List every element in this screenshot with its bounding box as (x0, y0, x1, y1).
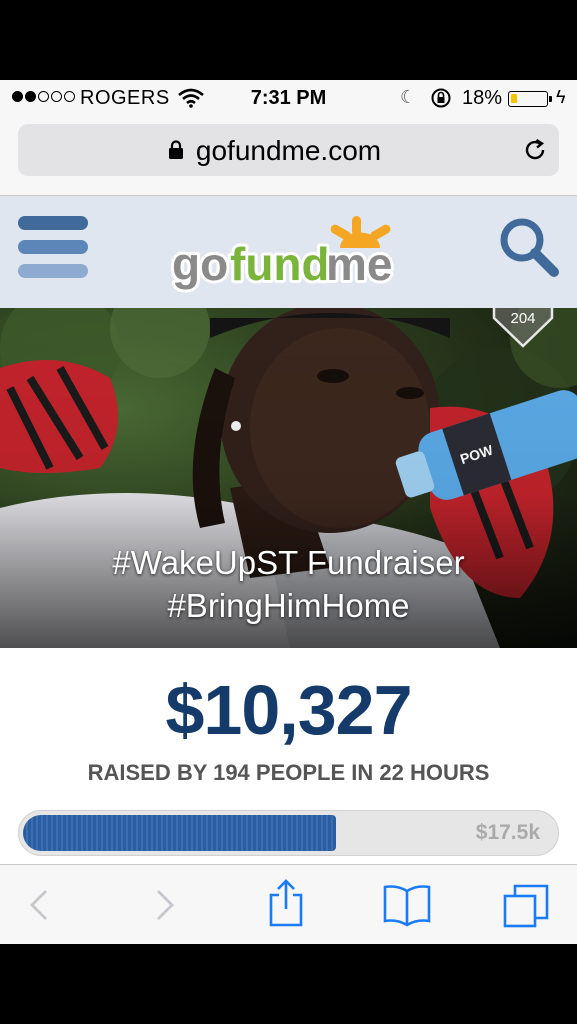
goal-amount: $17.5k (475, 821, 540, 844)
logo-text-me: me (326, 238, 392, 290)
rotation-lock-icon (430, 87, 452, 115)
battery-percent: 18% (462, 87, 503, 109)
amount-raised: $10,327 (165, 671, 412, 749)
share-icon[interactable] (266, 877, 306, 934)
battery-icon (508, 91, 548, 107)
campaign-title-line1: #WakeUpST Fundraiser (112, 544, 465, 581)
campaign-progress-section: $10,327 RAISED BY 194 PEOPLE IN 22 HOURS… (0, 648, 577, 864)
site-header: go fund me (0, 196, 577, 308)
back-arrow-icon[interactable] (24, 883, 56, 932)
logo-text-fund: fund (230, 238, 330, 290)
battery-level-fill (511, 94, 517, 103)
campaign-hero-image: POW 204 #WakeUpST Fundraiser #BringHimHo… (0, 308, 577, 648)
fundraising-progress-bar: $17.5k (18, 810, 559, 856)
search-icon[interactable] (496, 214, 560, 283)
battery-terminal (549, 96, 552, 102)
tabs-icon[interactable] (502, 883, 550, 936)
status-bar: ROGERS 7:31 PM ☾ 18% ϟ (0, 80, 577, 116)
bookmarks-icon[interactable] (382, 883, 432, 932)
charging-bolt-icon: ϟ (556, 87, 566, 107)
logo-text-go: go (172, 238, 228, 290)
progress-bar-fill (23, 815, 336, 851)
screen-top-bezel (0, 0, 577, 80)
hamburger-menu-icon[interactable] (18, 216, 88, 280)
share-count: 204 (510, 310, 536, 327)
screen-bottom-bezel (0, 944, 577, 1024)
safari-address-area: gofundme.com (0, 116, 577, 196)
safari-bottom-toolbar (0, 864, 577, 944)
raised-by-text: RAISED BY 194 PEOPLE IN 22 HOURS (87, 760, 490, 785)
gofundme-logo[interactable]: go fund me (168, 214, 418, 299)
do-not-disturb-moon-icon: ☾ (400, 87, 417, 107)
reload-icon[interactable] (521, 136, 549, 169)
forward-arrow-icon[interactable] (148, 883, 180, 932)
url-text: gofundme.com (195, 135, 382, 166)
campaign-title-line2: #BringHimHome (167, 587, 410, 624)
address-bar[interactable]: gofundme.com (18, 124, 559, 176)
